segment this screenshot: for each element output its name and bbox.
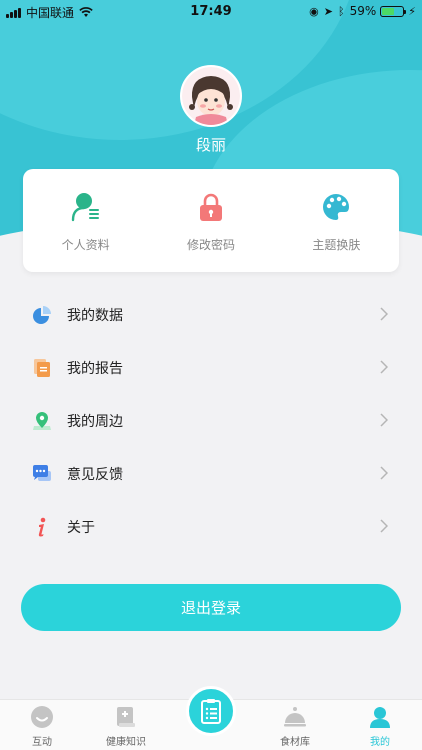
menu-item-nearby[interactable]: 我的周边 [0, 394, 422, 447]
menu-label: 我的数据 [67, 307, 123, 324]
menu-item-my-report[interactable]: 我的报告 [0, 341, 422, 394]
user-name: 段丽 [195, 136, 226, 154]
tab-ingredients[interactable]: 食材库 [253, 700, 337, 750]
menu-label: 关于 [67, 519, 95, 536]
location-arrow-icon: ➤ [323, 4, 333, 18]
profile-icon [71, 193, 99, 222]
info-icon [38, 517, 46, 536]
change-password-label: 修改密码 [186, 238, 235, 252]
report-icon [34, 358, 50, 377]
chevron-right-icon [380, 413, 388, 427]
tab-mine[interactable]: 我的 [338, 700, 422, 750]
user-icon [370, 707, 390, 728]
battery-icon [380, 5, 407, 17]
battery-percent: 59% [349, 4, 377, 18]
location-icon [33, 411, 51, 430]
avatar[interactable] [180, 65, 242, 127]
tab-center-clipboard[interactable] [186, 686, 236, 736]
theme-button[interactable]: 主题换肤 [274, 169, 399, 272]
menu-item-my-data[interactable]: 我的数据 [0, 288, 422, 341]
menu-label: 我的周边 [67, 413, 123, 430]
change-password-button[interactable]: 修改密码 [148, 169, 273, 272]
chevron-right-icon [380, 360, 388, 374]
food-cover-icon [284, 707, 306, 727]
tab-label: 互动 [32, 737, 52, 748]
menu-label: 意见反馈 [67, 466, 123, 483]
profile-label: 个人资料 [61, 238, 110, 252]
status-bar: 中国联通 17:49 ◉ ➤ ᛒ 59% ⚡ [0, 0, 422, 24]
tab-health-knowledge[interactable]: 健康知识 [84, 700, 168, 750]
menu-item-feedback[interactable]: 意见反馈 [0, 447, 422, 500]
interact-icon [31, 706, 53, 728]
tab-label: 健康知识 [106, 737, 146, 748]
palette-icon [323, 194, 350, 220]
clipboard-icon [201, 699, 221, 724]
logout-button[interactable]: 退出登录 [21, 584, 401, 631]
bluetooth-icon: ᛒ [337, 4, 345, 18]
orientation-lock-icon: ◉ [309, 4, 319, 18]
profile-button[interactable]: 个人资料 [23, 169, 148, 272]
quick-actions-card: 个人资料 修改密码 主题换肤 [23, 169, 399, 272]
tab-interact[interactable]: 互动 [0, 700, 84, 750]
chevron-right-icon [380, 519, 388, 533]
tab-label: 我的 [370, 737, 390, 748]
menu-label: 我的报告 [67, 360, 123, 377]
lock-icon [199, 193, 222, 221]
chevron-right-icon [380, 466, 388, 480]
menu-item-about[interactable]: 关于 [0, 500, 422, 553]
avatar-image [182, 67, 240, 125]
chevron-right-icon [380, 307, 388, 321]
settings-menu: 我的数据 我的报告 我的周边 意见反馈 关于 [0, 288, 422, 553]
tab-label: 食材库 [280, 737, 310, 748]
charging-icon: ⚡ [408, 4, 416, 18]
pie-chart-icon [33, 305, 51, 324]
theme-label: 主题换肤 [312, 238, 361, 252]
feedback-icon [33, 464, 51, 481]
book-icon [117, 707, 135, 727]
